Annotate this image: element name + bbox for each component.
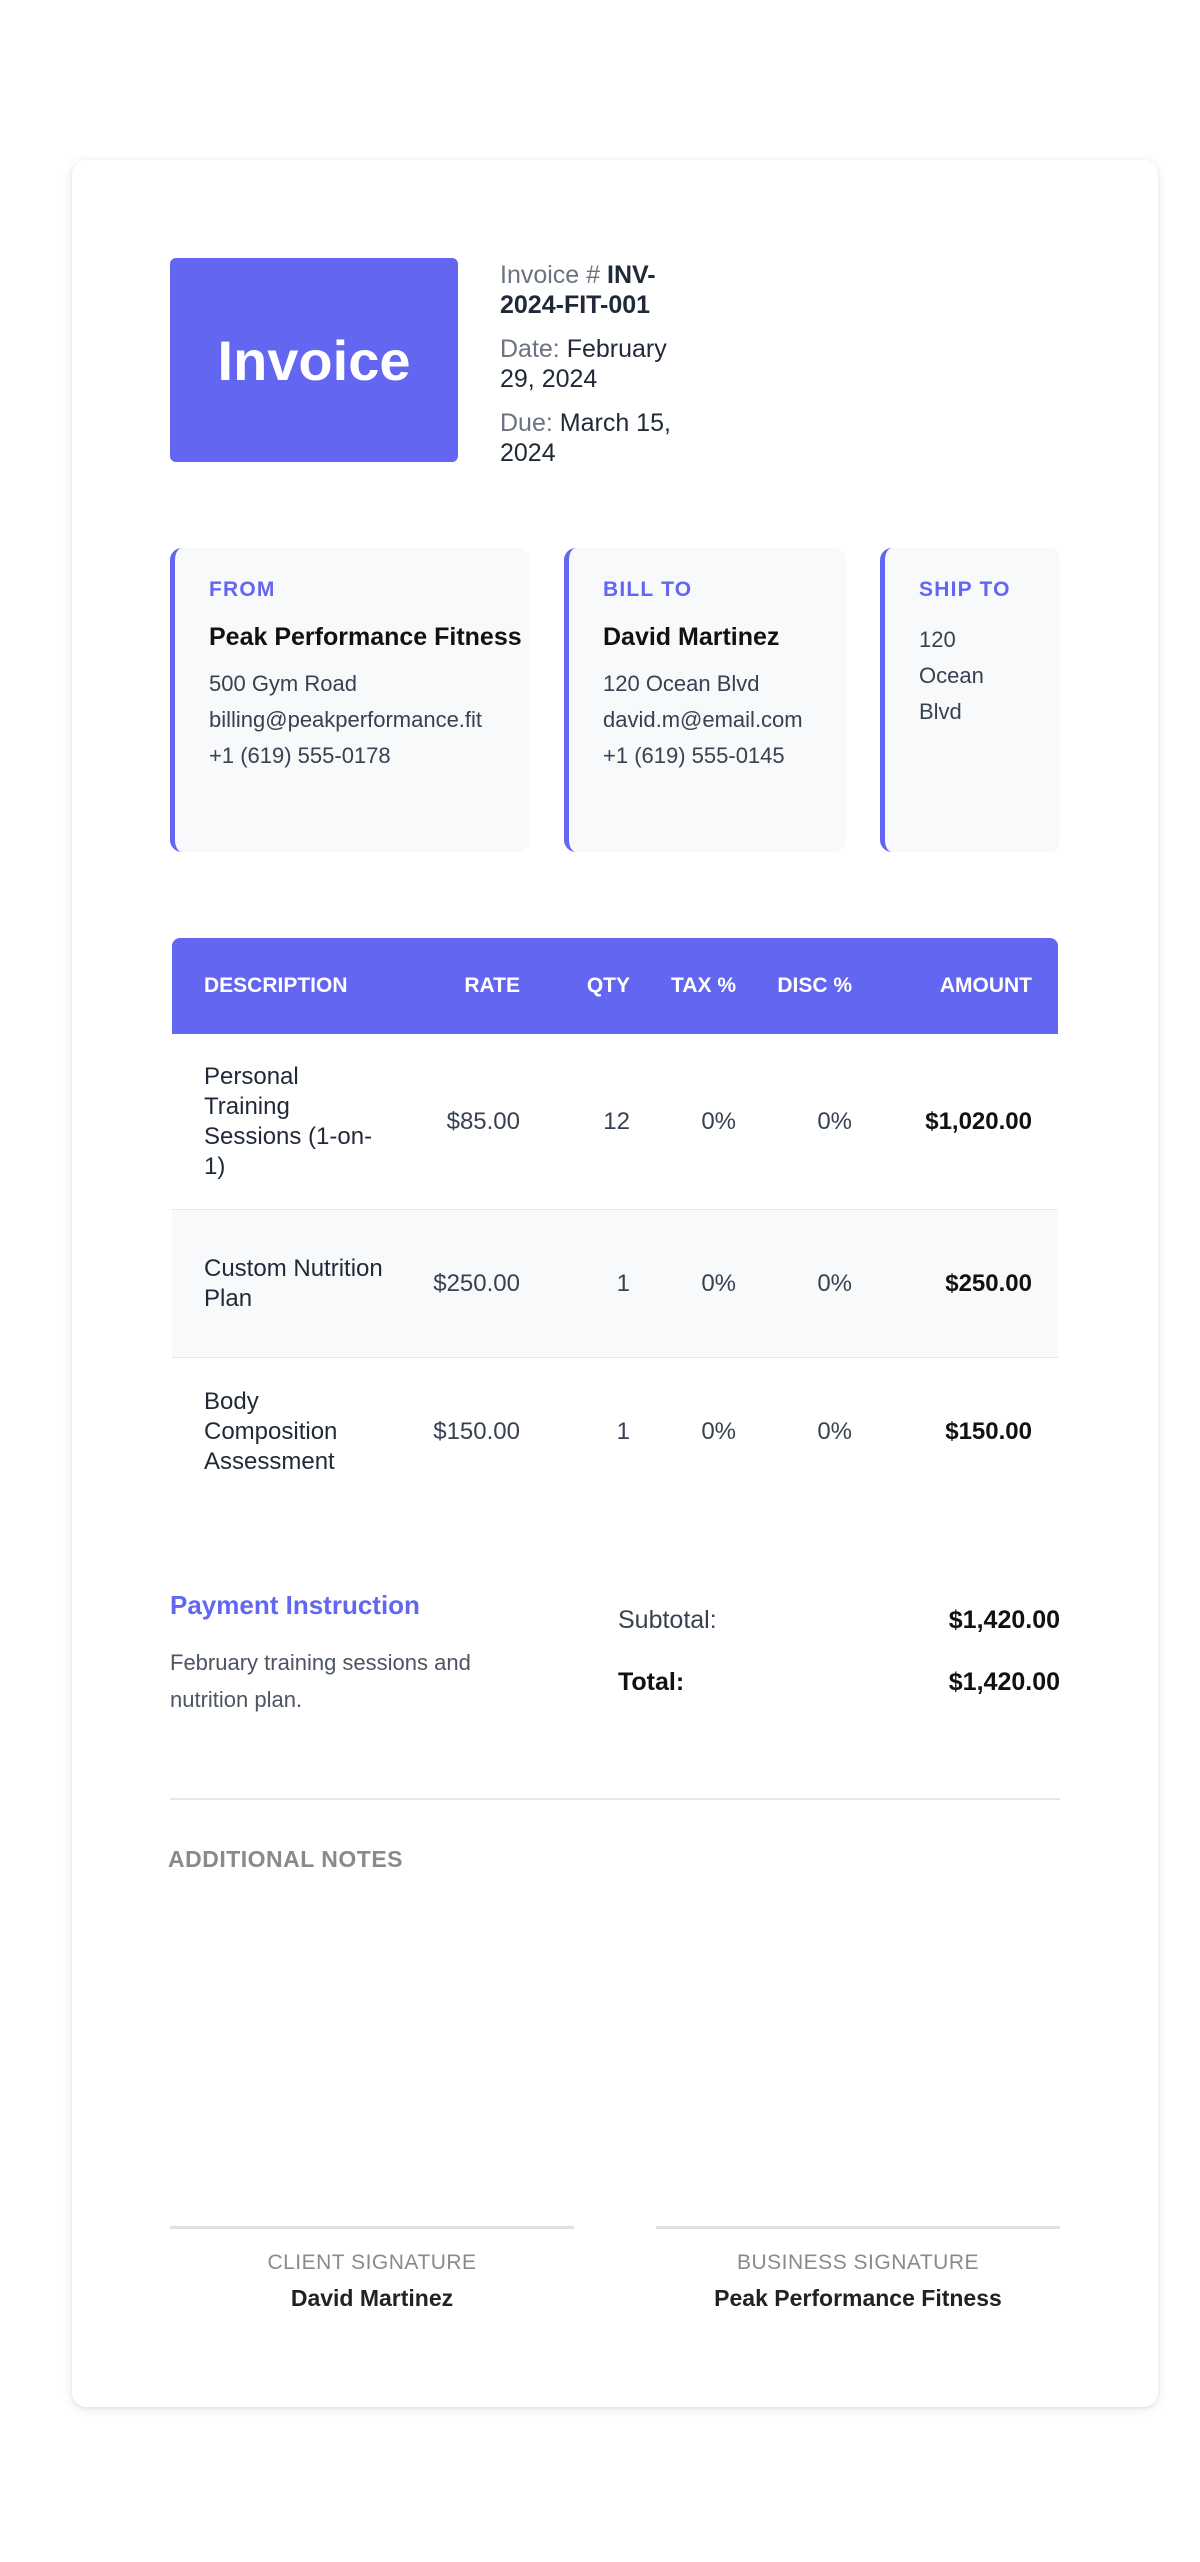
- header-disc: DISC %: [777, 974, 852, 997]
- item-amount: $150.00: [945, 1418, 1032, 1445]
- item-tax: 0%: [701, 1269, 736, 1297]
- total-row: Total: $1,420.00: [618, 1668, 1060, 1697]
- table-row: Personal Training Sessions (1-on-1) $85.…: [172, 1034, 1058, 1210]
- item-amount: $1,020.00: [925, 1107, 1032, 1135]
- ship-to-address-line: 120: [919, 627, 956, 652]
- from-name: Peak Performance Fitness: [209, 623, 522, 651]
- additional-notes-heading: ADDITIONAL NOTES: [168, 1846, 404, 1872]
- ship-to-address-line: Blvd: [919, 699, 962, 724]
- payment-instruction-heading: Payment Instruction: [170, 1590, 420, 1620]
- invoice-title: Invoice: [217, 328, 411, 392]
- invoice-date-row: Date: February 29, 2024: [500, 334, 700, 394]
- subtotal-value: $1,420.00: [948, 1606, 1060, 1634]
- item-tax: 0%: [701, 1107, 736, 1135]
- item-rate: $150.00: [433, 1418, 520, 1445]
- header-tax: TAX %: [671, 974, 736, 997]
- item-rate: $85.00: [446, 1107, 520, 1135]
- payment-instruction-text: February training sessions and nutrition…: [170, 1650, 471, 1712]
- ship-to-address-line: Ocean: [919, 663, 984, 688]
- table-row: Custom Nutrition Plan $250.00 1 0% 0% $2…: [172, 1210, 1058, 1358]
- invoice-due-row: Due: March 15, 2024: [500, 408, 700, 468]
- from-address: 500 Gym Road: [209, 671, 357, 696]
- item-disc: 0%: [817, 1107, 852, 1135]
- item-description: Personal Training Sessions (1-on-1): [204, 1062, 373, 1180]
- header-qty: QTY: [586, 974, 630, 997]
- header-amount: AMOUNT: [939, 974, 1032, 997]
- item-rate: $250.00: [433, 1269, 520, 1297]
- item-qty: 12: [603, 1107, 630, 1135]
- from-heading: FROM: [209, 578, 276, 601]
- bill-to-address: 120 Ocean Blvd: [603, 671, 760, 696]
- item-tax: 0%: [701, 1418, 736, 1445]
- item-description: Body Composition Assessment: [204, 1388, 338, 1475]
- section-divider: [170, 1798, 1060, 1800]
- item-description: Custom Nutrition Plan: [204, 1254, 383, 1312]
- business-signature-label: BUSINESS SIGNATURE: [737, 2251, 979, 2274]
- total-value: $1,420.00: [948, 1668, 1060, 1696]
- bill-to-phone: +1 (619) 555-0145: [603, 743, 785, 768]
- table-header: DESCRIPTION RATE QTY TAX % DISC % AMOUNT: [172, 938, 1058, 1034]
- client-signature-label: CLIENT SIGNATURE: [267, 2251, 477, 2274]
- item-disc: 0%: [817, 1418, 852, 1445]
- invoice-number-row: Invoice # INV-2024-FIT-001: [500, 260, 700, 320]
- item-qty: 1: [616, 1269, 630, 1297]
- invoice-number-label: Invoice #: [500, 261, 608, 289]
- invoice-card: Invoice Invoice # INV-2024-FIT-001 Date:…: [72, 160, 1158, 2407]
- item-amount: $250.00: [945, 1269, 1032, 1297]
- header-description: DESCRIPTION: [204, 974, 348, 997]
- business-signature: BUSINESS SIGNATURE Peak Performance Fitn…: [656, 2226, 1060, 2312]
- invoice-due-label: Due:: [500, 409, 560, 437]
- table-row: Body Composition Assessment $150.00 1 0%…: [172, 1358, 1058, 1506]
- from-email: billing@peakperformance.fit: [209, 707, 483, 732]
- bill-to-email: david.m@email.com: [603, 707, 803, 732]
- invoice-date-label: Date:: [500, 335, 567, 363]
- invoice-title-block: Invoice: [170, 258, 458, 462]
- ship-to-panel: SHIP TO 120 Ocean Blvd: [880, 548, 1060, 852]
- bill-to-heading: BILL TO: [603, 578, 693, 601]
- client-signature-name: David Martinez: [290, 2285, 454, 2311]
- subtotal-row: Subtotal: $1,420.00: [618, 1606, 1060, 1635]
- bill-to-name: David Martinez: [603, 623, 780, 651]
- header-rate: RATE: [464, 974, 520, 997]
- client-signature: CLIENT SIGNATURE David Martinez: [170, 2226, 574, 2312]
- from-phone: +1 (619) 555-0178: [209, 743, 391, 768]
- invoice-meta: Invoice # INV-2024-FIT-001 Date: Februar…: [500, 260, 700, 482]
- line-items-table: DESCRIPTION RATE QTY TAX % DISC % AMOUNT…: [172, 938, 1058, 1506]
- ship-to-heading: SHIP TO: [919, 578, 1011, 601]
- item-disc: 0%: [817, 1269, 852, 1297]
- item-qty: 1: [616, 1418, 630, 1445]
- bill-to-panel: BILL TO David Martinez 120 Ocean Blvd da…: [564, 548, 846, 852]
- subtotal-label: Subtotal:: [618, 1606, 717, 1634]
- business-signature-name: Peak Performance Fitness: [714, 2285, 1002, 2311]
- total-label: Total:: [618, 1668, 685, 1696]
- from-panel: FROM Peak Performance Fitness 500 Gym Ro…: [170, 548, 530, 852]
